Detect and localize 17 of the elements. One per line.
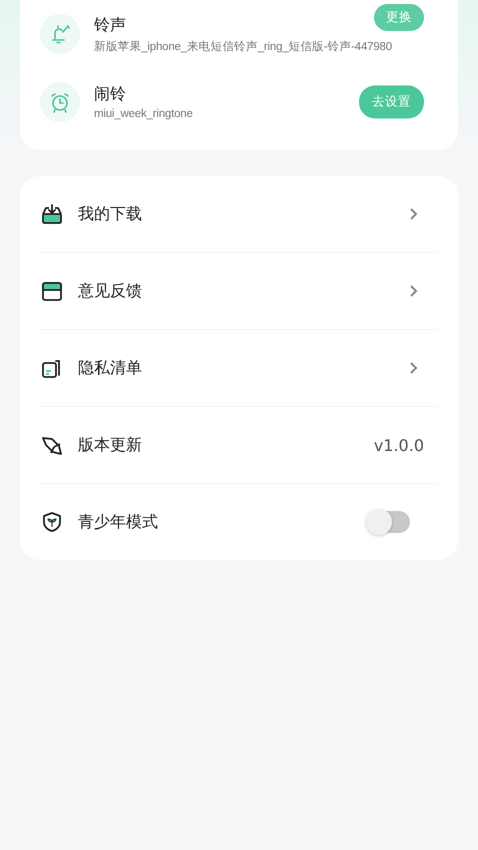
chevron-icon xyxy=(408,207,418,221)
menu-item[interactable]: 版本更新 xyxy=(78,434,374,456)
menu-item[interactable]: 青少年模式 xyxy=(78,512,370,532)
chevron-icon xyxy=(408,361,418,375)
download-tray-icon xyxy=(40,202,64,226)
shield-icon xyxy=(40,510,64,534)
envelope-icon xyxy=(40,279,64,303)
version-text: v1.0.0 xyxy=(374,436,424,454)
menu-item[interactable]: 我的下载 xyxy=(78,204,408,224)
ringtone-name: miui_week_ringtone xyxy=(94,108,193,120)
chevron-icon xyxy=(408,284,418,298)
setting-title: 铃声 xyxy=(94,14,126,36)
ringtone-name: 新版苹果_iphone_来电短信铃声_ring_短信版-铃声-447980 xyxy=(94,39,392,54)
setting-title: 闹铃 xyxy=(94,84,126,105)
menu-item[interactable]: 隐私清单 xyxy=(78,358,408,378)
menu-item[interactable]: 意见反馈 xyxy=(78,280,408,302)
alarm-clock-icon xyxy=(48,90,72,114)
